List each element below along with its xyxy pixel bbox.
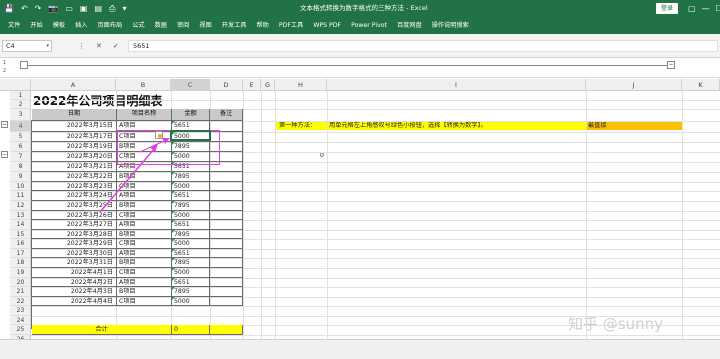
watermark-text: 知乎 @sunny — [568, 315, 663, 333]
status-bar — [0, 339, 720, 359]
annotation-arrows — [99, 138, 170, 213]
arrow-line-1 — [99, 147, 156, 213]
